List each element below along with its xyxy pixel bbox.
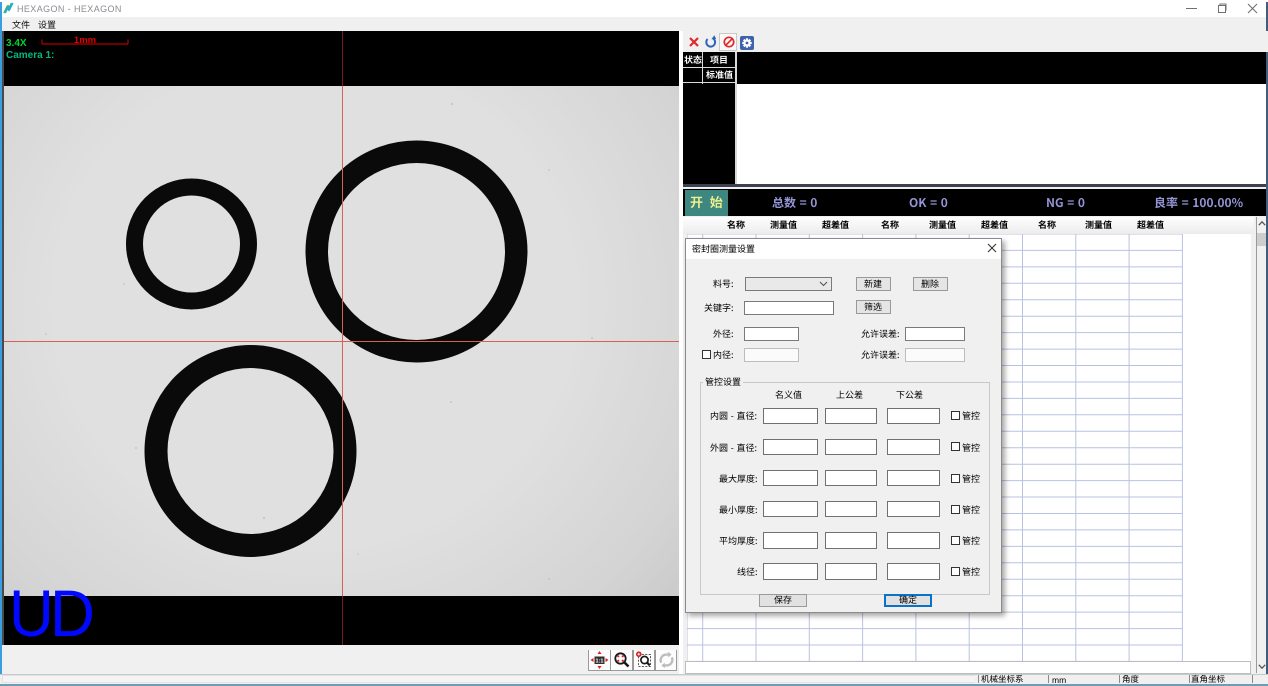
svg-text:1:1: 1:1: [596, 659, 604, 665]
svg-text:1mm: 1mm: [74, 35, 96, 46]
